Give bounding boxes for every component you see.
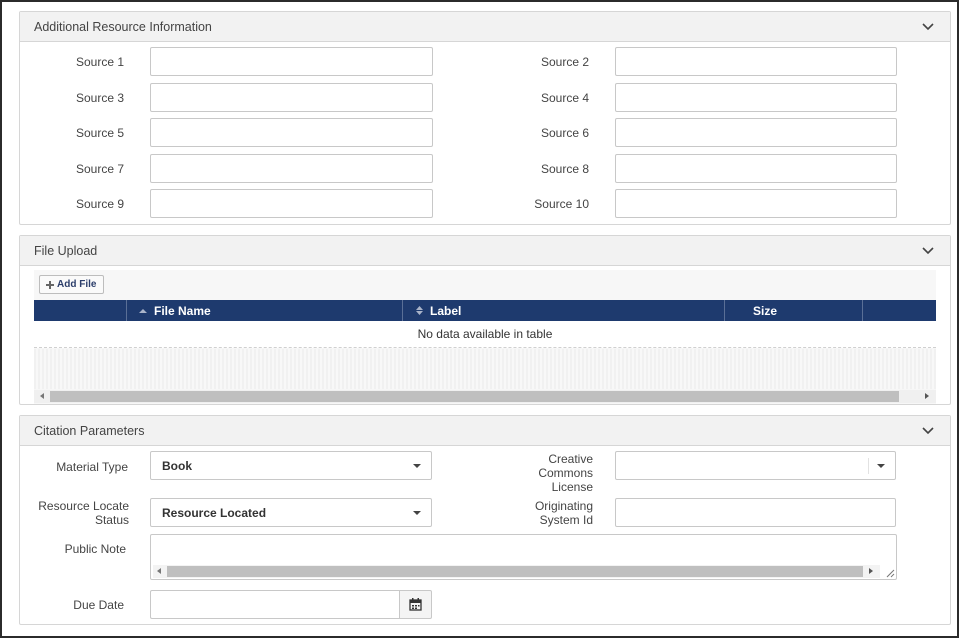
locate-status-label: Resource Locate Status — [38, 499, 129, 527]
column-size[interactable]: Size — [725, 300, 863, 321]
citation-parameters-panel: Citation Parameters Material Type Book C… — [19, 415, 951, 625]
empty-table-text: No data available in table — [417, 327, 553, 341]
table-body-filler — [34, 349, 936, 389]
column-extra — [863, 300, 936, 321]
chevron-down-icon[interactable] — [920, 19, 936, 35]
public-note-textarea[interactable] — [150, 534, 897, 580]
select-separator — [868, 458, 869, 474]
locate-status-value: Resource Located — [162, 505, 267, 520]
orig-system-input[interactable] — [615, 498, 896, 527]
add-file-button[interactable]: Add File — [39, 275, 105, 294]
public-note-scrollbar[interactable] — [153, 565, 880, 578]
scrollbar-thumb[interactable] — [50, 391, 899, 402]
source-6-input[interactable] — [615, 118, 897, 147]
scrollbar-thumb[interactable] — [167, 566, 863, 577]
material-type-value: Book — [162, 458, 192, 473]
material-type-select[interactable]: Book — [150, 451, 432, 480]
caret-down-icon — [413, 511, 421, 515]
source-5-label: Source 5 — [75, 126, 124, 140]
panel-title: File Upload — [34, 243, 98, 258]
resize-handle-icon[interactable] — [885, 568, 895, 578]
column-file-name-label: File Name — [154, 303, 211, 318]
public-note-label: Public Note — [64, 542, 126, 556]
caret-down-icon — [413, 464, 421, 468]
due-date-label: Due Date — [73, 598, 124, 612]
scroll-right-icon[interactable] — [925, 393, 929, 399]
sort-both-icon — [416, 306, 423, 315]
caret-down-icon — [877, 464, 885, 468]
calendar-icon — [409, 598, 422, 611]
additional-resource-panel: Additional Resource Information Source 1… — [19, 11, 951, 225]
source-10-label: Source 10 — [534, 197, 589, 211]
source-1-input[interactable] — [150, 47, 433, 76]
source-8-input[interactable] — [615, 154, 897, 183]
material-type-label: Material Type — [56, 460, 128, 474]
source-3-label: Source 3 — [75, 91, 124, 105]
source-5-input[interactable] — [150, 118, 433, 147]
source-10-input[interactable] — [615, 189, 897, 218]
source-7-label: Source 7 — [75, 162, 124, 176]
add-file-label: Add File — [57, 279, 97, 290]
column-file-name[interactable]: File Name — [127, 300, 403, 321]
cc-license-select[interactable] — [615, 451, 896, 480]
chevron-down-icon[interactable] — [920, 423, 936, 439]
source-9-input[interactable] — [150, 189, 433, 218]
plus-icon — [46, 280, 54, 289]
source-4-input[interactable] — [615, 83, 897, 112]
panel-title: Additional Resource Information — [34, 19, 212, 34]
scroll-left-icon[interactable] — [157, 568, 161, 574]
file-upload-panel: File Upload Add File File Name Label Siz… — [19, 235, 951, 405]
file-table-header: File Name Label Size — [34, 300, 936, 321]
column-label[interactable]: Label — [403, 300, 725, 321]
citation-parameters-header[interactable]: Citation Parameters — [20, 416, 950, 446]
due-date-input[interactable] — [150, 590, 400, 619]
calendar-button[interactable] — [399, 590, 432, 619]
source-4-label: Source 4 — [540, 91, 589, 105]
source-2-input[interactable] — [615, 47, 897, 76]
panel-title: Citation Parameters — [34, 423, 145, 438]
source-9-label: Source 9 — [75, 197, 124, 211]
cc-license-label: Creative Commons License — [538, 452, 593, 494]
orig-system-label: Originating System Id — [534, 499, 593, 527]
source-8-label: Source 8 — [540, 162, 589, 176]
source-7-input[interactable] — [150, 154, 433, 183]
locate-status-select[interactable]: Resource Located — [150, 498, 432, 527]
column-select — [34, 300, 127, 321]
scroll-right-icon[interactable] — [869, 568, 873, 574]
column-label-label: Label — [430, 303, 462, 318]
source-2-label: Source 2 — [540, 55, 589, 69]
file-upload-header[interactable]: File Upload — [20, 236, 950, 266]
scroll-left-icon[interactable] — [40, 393, 44, 399]
source-1-label: Source 1 — [75, 55, 124, 69]
file-table-container: Add File File Name Label Size No data av… — [34, 270, 936, 404]
page-frame: Additional Resource Information Source 1… — [0, 0, 959, 638]
column-size-label: Size — [753, 303, 778, 318]
sort-asc-icon — [139, 309, 147, 313]
source-3-input[interactable] — [150, 83, 433, 112]
chevron-down-icon[interactable] — [920, 243, 936, 259]
additional-resource-header[interactable]: Additional Resource Information — [20, 12, 950, 42]
empty-table-row: No data available in table — [34, 321, 936, 348]
source-6-label: Source 6 — [540, 126, 589, 140]
file-table-scrollbar[interactable] — [34, 390, 936, 403]
